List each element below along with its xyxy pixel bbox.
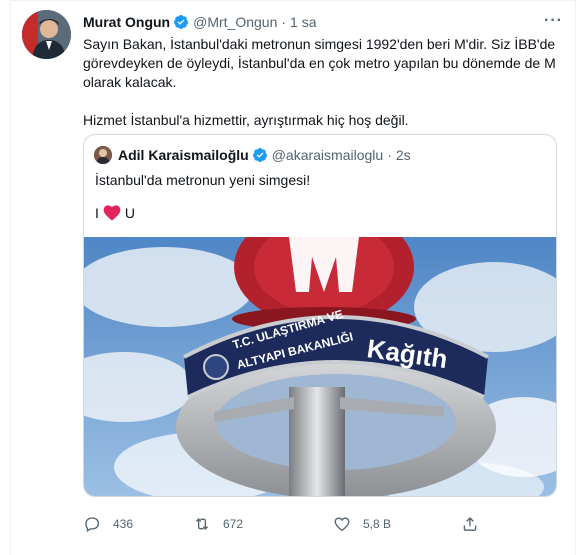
quoted-handle: @akaraismailoglu xyxy=(271,147,384,163)
quoted-photo[interactable]: T.C. ULAŞTIRMA VE ALTYAPI BAKANLIĞI Kağı… xyxy=(84,207,556,496)
tweet-time[interactable]: 1 sa xyxy=(290,14,316,30)
quoted-avatar xyxy=(94,146,112,164)
reply-count: 436 xyxy=(113,517,134,531)
quoted-time: 2s xyxy=(395,147,411,163)
verified-badge-icon xyxy=(252,148,267,162)
quoted-author-name: Adil Karaismailoğlu xyxy=(118,147,249,163)
metro-sign-photo: T.C. ULAŞTIRMA VE ALTYAPI BAKANLIĞI Kağı… xyxy=(84,207,556,496)
retweet-count: 672 xyxy=(223,517,244,531)
quoted-heart-line: I U xyxy=(95,205,135,221)
like-count: 5,8 B xyxy=(363,517,392,531)
like-button[interactable]: 5,8 B xyxy=(333,515,391,533)
quoted-tweet[interactable]: Adil Karaismailoğlu @akaraismailoglu · 2… xyxy=(83,134,557,497)
tweet-text: Sayın Bakan, İstanbul'daki metronun simg… xyxy=(83,35,565,130)
heart-emoji-icon xyxy=(103,205,121,221)
tweet-paragraph: Hizmet İstanbul'a hizmettir, ayrıştırmak… xyxy=(83,112,409,128)
heart-line-right: U xyxy=(124,205,136,221)
tweet-paragraph: Sayın Bakan, İstanbul'daki metronun simg… xyxy=(83,36,556,90)
quoted-header: Adil Karaismailoğlu @akaraismailoglu · 2… xyxy=(94,146,411,164)
verified-badge-icon xyxy=(174,15,189,29)
tweet-actions: 436 672 5,8 B xyxy=(83,515,503,535)
author-avatar[interactable] xyxy=(22,10,71,59)
heart-icon xyxy=(334,517,350,532)
retweet-icon xyxy=(195,518,209,530)
separator-dot: · xyxy=(387,147,392,163)
separator-dot: · xyxy=(281,14,287,30)
reply-button[interactable]: 436 xyxy=(83,515,133,533)
reply-icon xyxy=(85,517,100,532)
share-icon xyxy=(463,517,477,531)
author-name[interactable]: Murat Ongun xyxy=(83,14,170,30)
heart-line-left: I xyxy=(95,205,99,221)
author-handle[interactable]: @Mrt_Ongun xyxy=(193,14,277,30)
tweet-header: Murat Ongun @Mrt_Ongun · 1 sa xyxy=(83,12,317,32)
share-button[interactable] xyxy=(461,515,491,533)
quoted-text-line: İstanbul'da metronun yeni simgesi! xyxy=(95,172,311,188)
quoted-text: İstanbul'da metronun yeni simgesi! xyxy=(95,171,310,190)
retweet-button[interactable]: 672 xyxy=(193,515,243,533)
more-options-icon[interactable]: ··· xyxy=(544,12,563,30)
